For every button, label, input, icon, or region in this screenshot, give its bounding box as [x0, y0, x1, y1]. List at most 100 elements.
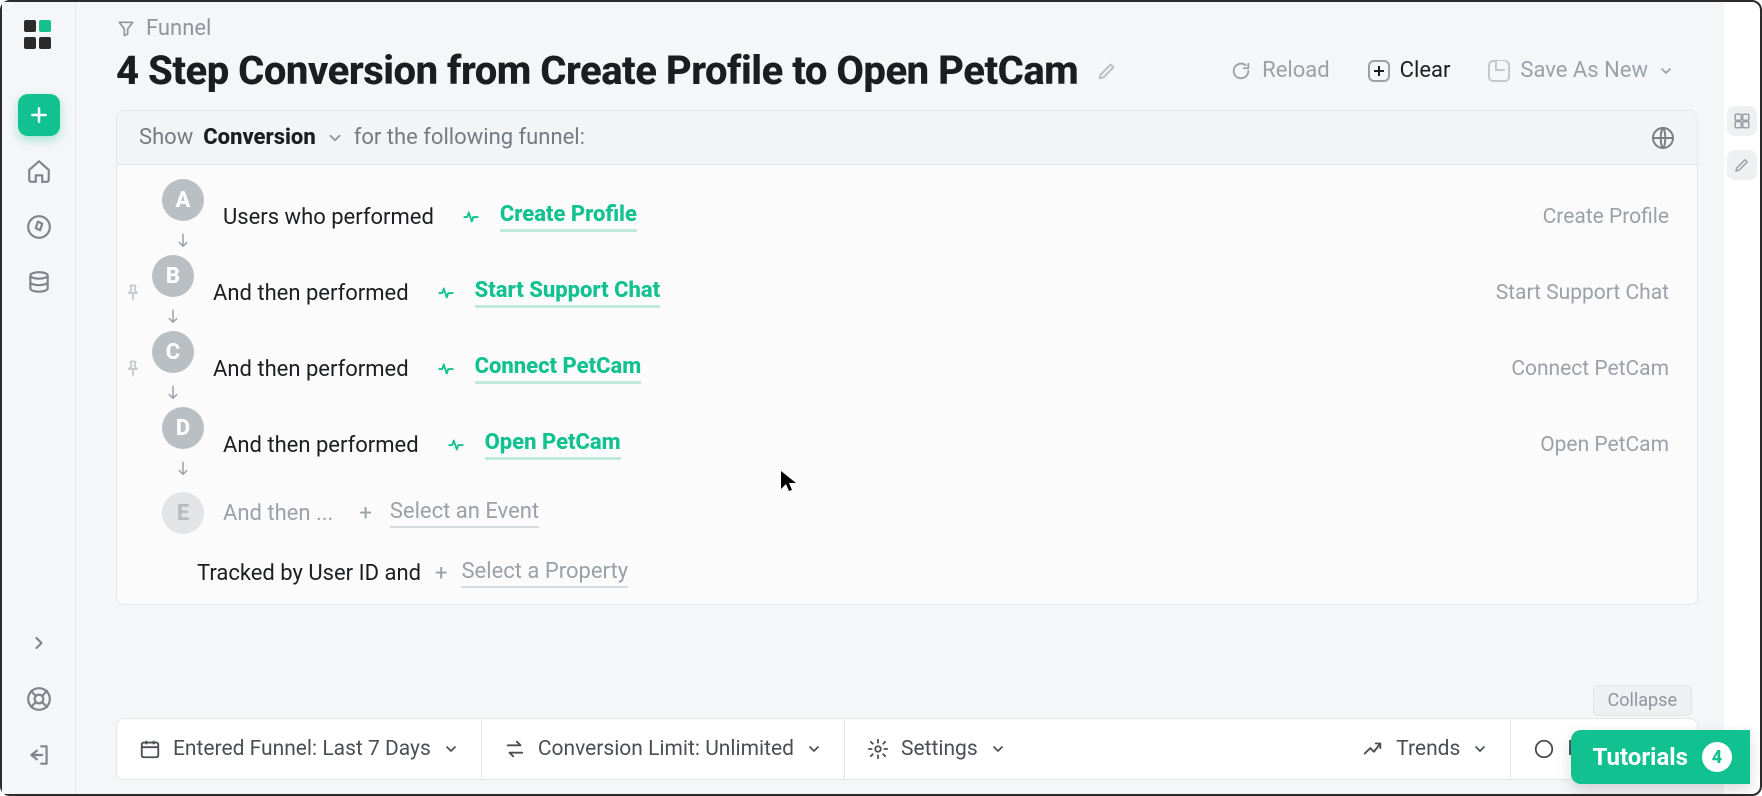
home-icon — [26, 158, 52, 184]
chevron-down-icon — [806, 741, 822, 757]
layout-toggle-button[interactable] — [1727, 106, 1757, 136]
cursor-icon — [780, 470, 798, 492]
step-event[interactable]: Open PetCam — [485, 430, 621, 460]
rename-button[interactable] — [1096, 60, 1118, 82]
step-event[interactable]: Connect PetCam — [475, 354, 642, 384]
trends-label: Trends — [1396, 737, 1460, 761]
funnel-steps: AUsers who performedCreate ProfileCreate… — [117, 165, 1697, 543]
radio-off-icon — [1533, 738, 1555, 760]
page-title: 4 Step Conversion from Create Profile to… — [116, 47, 1078, 94]
step-name-label[interactable]: Open PetCam — [1540, 433, 1669, 457]
reload-label: Reload — [1262, 58, 1330, 83]
arrow-down-icon — [174, 227, 192, 255]
step-letter: B — [152, 255, 194, 297]
clear-plus-icon — [1368, 60, 1390, 82]
select-property[interactable]: Select a Property — [461, 559, 628, 588]
pulse-icon — [437, 360, 455, 378]
funnel-icon — [116, 19, 136, 39]
pin-icon — [123, 283, 143, 303]
swap-icon — [504, 738, 526, 760]
date-range-selector[interactable]: Entered Funnel: Last 7 Days — [117, 719, 481, 779]
nav-explore[interactable] — [18, 206, 60, 248]
arrow-down-icon — [174, 455, 192, 483]
drag-handle[interactable] — [123, 283, 143, 303]
query-suffix-label: for the following funnel: — [354, 125, 585, 150]
breadcrumb-label: Funnel — [146, 16, 211, 41]
reload-button[interactable]: Reload — [1220, 52, 1340, 89]
nav-logout[interactable] — [18, 734, 60, 776]
edit-icon — [1733, 156, 1751, 174]
step-lead: And then performed — [213, 281, 409, 306]
edit-toggle-button[interactable] — [1727, 150, 1757, 180]
query-builder-panel: Show Conversion for the following funnel… — [116, 110, 1698, 605]
step-event[interactable]: Start Support Chat — [475, 278, 661, 308]
chevron-down-icon — [326, 129, 344, 147]
chevron-down-icon — [443, 741, 459, 757]
tutorials-label: Tutorials — [1593, 743, 1688, 771]
app-logo — [24, 20, 54, 50]
step-letter: D — [162, 407, 204, 449]
pulse-icon — [447, 436, 465, 454]
right-mini-rail — [1724, 2, 1760, 202]
step-lead: Users who performed — [223, 205, 434, 230]
step-lead: And then ... — [223, 501, 333, 526]
pulse-icon — [462, 208, 480, 226]
pin-icon — [123, 359, 143, 379]
database-icon — [26, 270, 52, 296]
page-header: Funnel 4 Step Conversion from Create Pro… — [76, 2, 1724, 94]
funnel-step-placeholder: EAnd then ...+Select an Event — [123, 483, 1675, 543]
nav-expand[interactable] — [18, 622, 60, 664]
chevron-down-icon — [1472, 741, 1488, 757]
pulse-icon — [437, 284, 455, 302]
step-lead: And then performed — [213, 357, 409, 382]
step-event[interactable]: Create Profile — [500, 202, 637, 232]
save-as-new-button[interactable]: Save As New — [1478, 52, 1684, 89]
grid-icon — [1733, 112, 1751, 130]
query-show-label: Show — [139, 125, 193, 150]
conversion-limit-label: Conversion Limit: Unlimited — [538, 737, 794, 761]
query-head: Show Conversion for the following funnel… — [117, 111, 1697, 165]
lifebuoy-icon — [26, 686, 52, 712]
step-name-label[interactable]: Connect PetCam — [1511, 357, 1669, 381]
save-icon — [1488, 60, 1510, 82]
left-nav-rail — [2, 2, 76, 794]
funnel-step: B And then performed Start Support Chat Sta… — [123, 255, 1675, 331]
step-name-label[interactable]: Start Support Chat — [1496, 281, 1669, 305]
tracked-row: Tracked by User ID and + Select a Proper… — [117, 543, 1697, 604]
clear-label: Clear — [1400, 58, 1451, 83]
gear-icon — [867, 738, 889, 760]
reload-icon — [1230, 60, 1252, 82]
drag-handle[interactable] — [123, 359, 143, 379]
select-event[interactable]: Select an Event — [390, 499, 539, 528]
funnel-step: D And then performed Open PetCam Open PetCa… — [123, 407, 1675, 483]
nav-data[interactable] — [18, 262, 60, 304]
global-filter-button[interactable] — [1651, 126, 1675, 150]
globe-icon — [1651, 126, 1675, 150]
settings-selector[interactable]: Settings — [845, 719, 1028, 779]
clear-button[interactable]: Clear — [1358, 52, 1461, 89]
bottom-toolbar: Entered Funnel: Last 7 Days Conversion L… — [116, 718, 1698, 780]
chevron-down-icon — [990, 741, 1006, 757]
calendar-icon — [139, 738, 161, 760]
step-lead: And then performed — [223, 433, 419, 458]
create-new-button[interactable] — [18, 94, 60, 136]
conversion-limit-selector[interactable]: Conversion Limit: Unlimited — [482, 719, 844, 779]
collapse-button[interactable]: Collapse — [1593, 685, 1692, 716]
tutorials-count: 4 — [1702, 742, 1732, 772]
breadcrumb[interactable]: Funnel — [116, 16, 1684, 41]
step-name-label[interactable]: Create Profile — [1543, 205, 1669, 229]
logout-icon — [26, 742, 52, 768]
chevron-right-icon — [29, 633, 49, 653]
chevron-down-icon — [1658, 63, 1674, 79]
nav-help[interactable] — [18, 678, 60, 720]
funnel-step: C And then performed Connect PetCam Connect… — [123, 331, 1675, 407]
main-area: Funnel 4 Step Conversion from Create Pro… — [76, 2, 1724, 794]
arrow-down-icon — [164, 379, 182, 407]
arrow-down-icon — [164, 303, 182, 331]
settings-label: Settings — [901, 737, 978, 761]
tutorials-pill[interactable]: Tutorials 4 — [1571, 730, 1750, 784]
metric-selector[interactable]: Conversion — [203, 125, 315, 150]
trends-selector[interactable]: Trends — [1340, 719, 1510, 779]
step-letter: C — [152, 331, 194, 373]
nav-home[interactable] — [18, 150, 60, 192]
